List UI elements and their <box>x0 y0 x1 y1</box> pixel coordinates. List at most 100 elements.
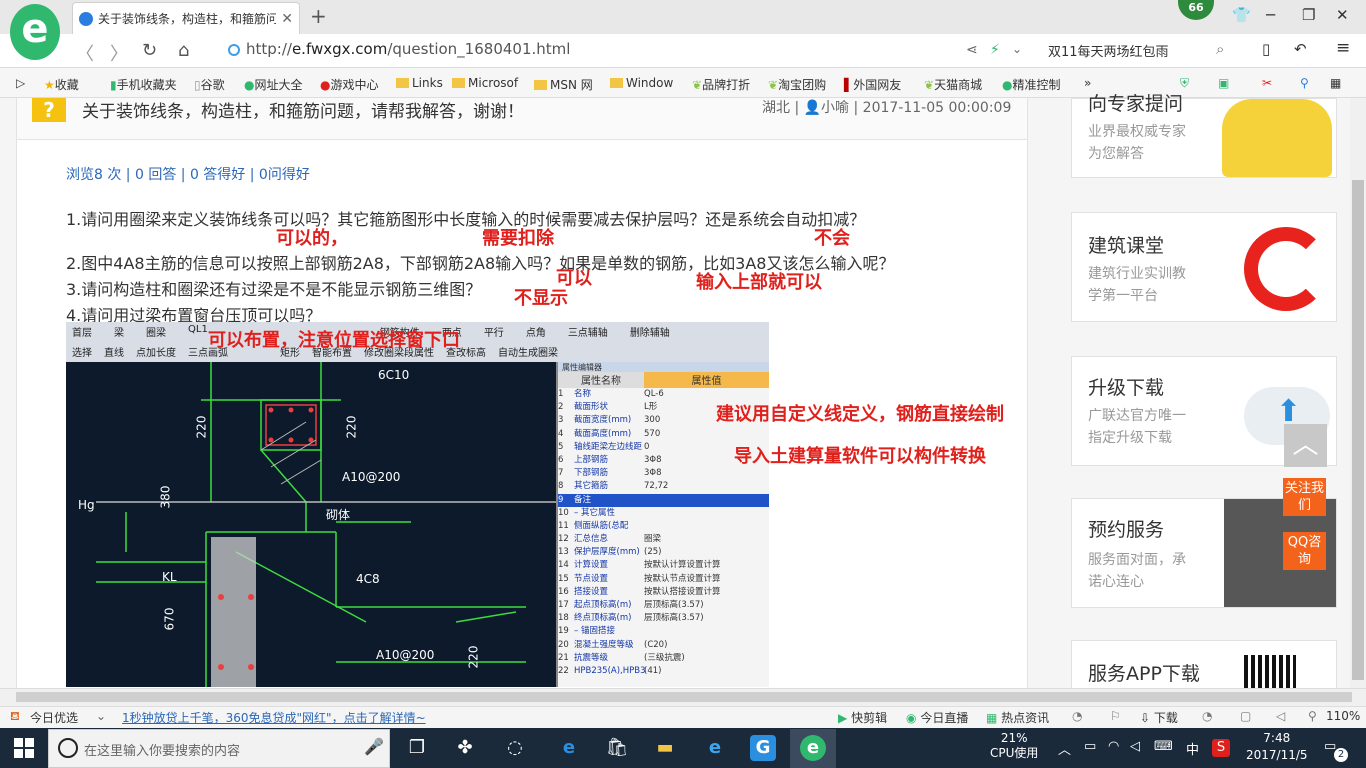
question-stats[interactable]: 浏览8 次 | 0 回答 | 0 答得好 | 0问得好 <box>66 164 310 184</box>
bookmark-brand[interactable]: ❦品牌打折 <box>692 76 750 93</box>
bookmark-taobao[interactable]: ❦淘宝团购 <box>768 76 826 93</box>
refresh-icon[interactable]: ↻ <box>142 40 157 61</box>
share-icon[interactable]: ⋖ <box>966 42 978 58</box>
pin-icon[interactable]: ⚐ <box>1110 709 1121 723</box>
bookmark-games[interactable]: ●游戏中心 <box>320 76 379 93</box>
property-row[interactable]: 10 – 其它属性 <box>558 507 769 520</box>
property-row[interactable]: 20 混凝土强度等级 (C20) <box>558 639 769 652</box>
quick-edit[interactable]: ▶ 快剪辑 <box>838 709 887 726</box>
bookmark-google[interactable]: ▯谷歌 <box>194 76 225 93</box>
hot-news[interactable]: ▦ 热点资讯 <box>986 709 1049 726</box>
property-row[interactable]: 4 截面高度(mm) 570 <box>558 428 769 441</box>
search-box[interactable]: 双11每天两场红包雨 <box>1048 41 1169 60</box>
undo-icon[interactable]: ↶ <box>1294 40 1307 58</box>
translate-icon[interactable]: ▣ <box>1218 76 1229 90</box>
bookmark-links[interactable]: Links <box>396 76 443 90</box>
sidebar-card-class[interactable]: 建筑课堂 建筑行业实训教 学第一平台 <box>1071 212 1337 322</box>
more-bookmarks-icon[interactable]: » <box>1084 76 1091 90</box>
windows-start-icon[interactable] <box>14 738 34 758</box>
back-icon[interactable]: 〈 <box>76 40 94 66</box>
speaker-icon[interactable]: ◁ <box>1276 709 1285 723</box>
qq-consult-button[interactable]: QQ咨询 <box>1283 532 1326 570</box>
follow-us-button[interactable]: 关注我们 <box>1283 478 1326 516</box>
back-to-top-button[interactable]: ︿ <box>1284 424 1327 467</box>
system-clock[interactable]: 7:48 2017/11/5 <box>1246 730 1308 764</box>
grid-icon[interactable]: ▦ <box>1330 76 1341 90</box>
property-row[interactable]: 16 搭接设置 按默认搭接设置计算 <box>558 586 769 599</box>
browser-icon[interactable]: ◔ <box>1202 709 1212 723</box>
vertical-scroll-thumb[interactable] <box>1352 180 1364 680</box>
ime-indicator[interactable]: 中 <box>1186 739 1199 758</box>
tray-expand-icon[interactable]: ︿ <box>1058 739 1071 758</box>
property-row[interactable]: 15 节点设置 按默认节点设置计算 <box>558 573 769 586</box>
menu-icon[interactable]: ≡ <box>1336 38 1350 58</box>
property-row[interactable]: 7 下部钢筋 3Φ8 <box>558 467 769 480</box>
live-today[interactable]: ◉ 今日直播 <box>906 709 968 726</box>
keyboard-icon[interactable]: ⌨ <box>1154 739 1173 754</box>
task-view-icon[interactable]: ❐ <box>404 735 430 761</box>
property-row[interactable]: 17 起点顶标高(m) 层顶标高(3.57) <box>558 599 769 612</box>
property-row[interactable]: 14 计算设置 按默认计算设置计算 <box>558 559 769 572</box>
bookmark-windows[interactable]: Window <box>610 76 673 90</box>
window-icon[interactable]: ▢ <box>1240 709 1251 723</box>
sogou-ime-icon[interactable]: S <box>1212 739 1230 757</box>
downloads[interactable]: ⇩ 下载 <box>1140 709 1178 726</box>
tab-close-icon[interactable]: ✕ <box>281 11 293 27</box>
search-icon[interactable]: ⌕ <box>1216 40 1224 58</box>
sidebar-toggle-icon[interactable]: ▷ <box>16 76 25 90</box>
forward-icon[interactable]: 〉 <box>110 40 128 66</box>
zoom-level[interactable]: 110% <box>1326 709 1360 723</box>
360-browser-taskbar-icon[interactable]: e <box>800 735 826 761</box>
bookmark-msn[interactable]: MSN 网 <box>534 76 593 93</box>
cpu-usage[interactable]: 21% CPU使用 <box>990 731 1038 761</box>
bookmark-favorites[interactable]: ★收藏 <box>44 76 79 93</box>
maximize-icon[interactable]: ❐ <box>1302 6 1315 24</box>
chevron-down-icon[interactable]: ⌄ <box>96 709 106 723</box>
store-icon[interactable]: 🛍 <box>604 735 630 761</box>
daily-pick[interactable]: 今日优选 <box>30 709 78 726</box>
property-row[interactable]: 13 保护层厚度(mm) (25) <box>558 546 769 559</box>
app-swirl-icon[interactable]: ◌ <box>502 735 528 761</box>
scissors-icon[interactable]: ✂ <box>1262 76 1272 90</box>
bookmark-control[interactable]: ●精准控制 <box>1002 76 1061 93</box>
bookmark-nav[interactable]: ●网址大全 <box>244 76 303 93</box>
property-row[interactable]: 22 HPB235(A),HPB3 (41) <box>558 665 769 678</box>
chevron-down-icon[interactable]: ⌄ <box>1012 42 1022 56</box>
url-field[interactable]: http://e.fwxgx.com/question_1680401.html <box>246 40 570 58</box>
volume-icon[interactable]: ◁ <box>1130 739 1140 754</box>
sidebar-card-expert[interactable]: 向专家提问 业界最权威专家 为您解答 <box>1071 93 1337 178</box>
app-fan-icon[interactable]: ✤ <box>452 735 478 761</box>
property-row[interactable]: 11 侧面纵筋(总配 <box>558 520 769 533</box>
find-icon[interactable]: ⚲ <box>1300 76 1309 90</box>
horizontal-scroll-thumb[interactable] <box>16 692 1352 702</box>
bookmark-foreign[interactable]: ▌外国网友 <box>844 76 901 93</box>
close-window-icon[interactable]: ✕ <box>1336 6 1349 24</box>
file-explorer-icon[interactable]: ▬ <box>652 735 678 761</box>
minimize-icon[interactable]: ─ <box>1266 6 1275 24</box>
lightning-icon[interactable]: ⚡ <box>990 42 1000 58</box>
property-row[interactable]: 18 终点顶标高(m) 层顶标高(3.57) <box>558 612 769 625</box>
cortana-icon[interactable] <box>58 738 78 758</box>
shirt-icon[interactable]: 👕 <box>1232 6 1251 24</box>
browser-tab[interactable]: 关于装饰线条，构造柱，和箍筋问 ✕ <box>72 2 300 34</box>
property-row[interactable]: 12 汇总信息 圈梁 <box>558 533 769 546</box>
home-icon[interactable]: ⌂ <box>178 40 189 61</box>
phone-icon[interactable]: ▯ <box>1262 40 1270 58</box>
new-tab-button[interactable]: + <box>310 4 327 28</box>
browser-logo-icon[interactable]: e <box>10 4 60 60</box>
glodon-app-icon[interactable]: G <box>750 735 776 761</box>
battery-icon[interactable]: ▭ <box>1084 739 1096 754</box>
property-row[interactable]: 8 其它箍筋 72,72 <box>558 480 769 493</box>
bookmark-mobile[interactable]: ▮手机收藏夹 <box>110 76 177 93</box>
news-link[interactable]: 1秒钟放贷上千笔，360免息贷成"网红"，点击了解详情~ <box>122 709 426 726</box>
property-row[interactable]: 19 – 锚固搭接 <box>558 625 769 638</box>
ie-icon[interactable]: e <box>702 735 728 761</box>
microphone-icon[interactable]: 🎤 <box>364 737 384 756</box>
zoom-icon[interactable]: ⚲ <box>1308 709 1317 723</box>
edge-icon[interactable]: e <box>556 735 582 761</box>
wifi-icon[interactable]: ◠ <box>1108 739 1119 754</box>
bookmark-tmall[interactable]: ❦天猫商城 <box>924 76 982 93</box>
property-row[interactable]: 21 抗震等级 (三级抗震) <box>558 652 769 665</box>
property-row[interactable]: 9 备注 <box>558 493 769 507</box>
speed-icon[interactable]: ◔ <box>1072 709 1082 723</box>
